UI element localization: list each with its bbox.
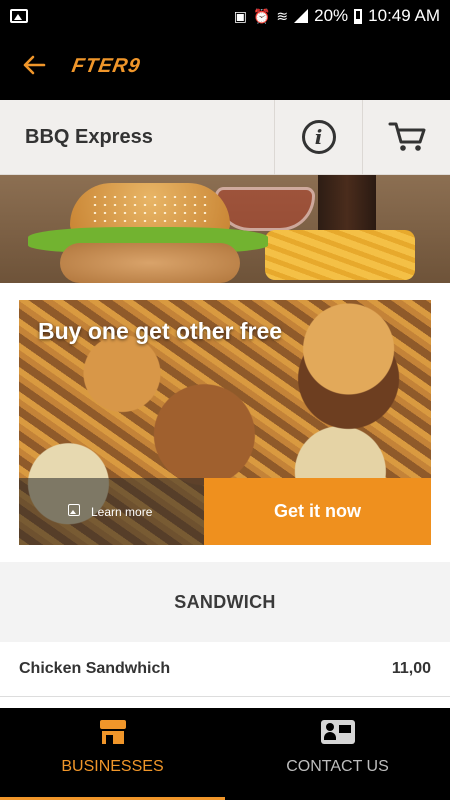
status-bar: ▣ ⏰ ≋ 20% 10:49 AM bbox=[0, 0, 450, 32]
store-header: BBQ Express i bbox=[0, 99, 450, 175]
info-icon: i bbox=[301, 120, 336, 154]
store-name: BBQ Express bbox=[25, 125, 153, 148]
contact-card-icon bbox=[320, 720, 355, 744]
menu-item[interactable]: Chicken Sandwhich 11,00 bbox=[0, 642, 450, 697]
store-banner-image bbox=[0, 175, 450, 283]
vibrate-icon: ▣ bbox=[233, 7, 247, 24]
nav-businesses-label: BUSINESSES bbox=[61, 758, 164, 775]
image-icon bbox=[68, 504, 80, 516]
signal-icon bbox=[294, 9, 309, 23]
gallery-notification-icon bbox=[10, 9, 28, 23]
status-indicators: ▣ ⏰ ≋ 20% 10:49 AM bbox=[234, 6, 440, 26]
arrow-left-icon[interactable] bbox=[22, 52, 52, 80]
wifi-icon: ≋ bbox=[276, 7, 289, 24]
promo-card[interactable]: Buy one get other free Learn more Get it… bbox=[19, 300, 431, 545]
bottom-navigation: BUSINESSES CONTACT US bbox=[0, 708, 450, 800]
store-icon bbox=[99, 720, 126, 744]
nav-contact-us-label: CONTACT US bbox=[286, 758, 389, 775]
learn-more-label: Learn more bbox=[91, 504, 153, 519]
get-it-now-button[interactable]: Get it now bbox=[204, 478, 431, 545]
alarm-icon: ⏰ bbox=[252, 7, 271, 24]
sauce-bowl bbox=[215, 187, 315, 231]
menu-item-name: Chicken Sandwhich bbox=[19, 660, 171, 677]
battery-icon bbox=[354, 8, 363, 24]
nav-businesses[interactable]: BUSINESSES bbox=[0, 708, 225, 800]
fries bbox=[265, 230, 415, 280]
menu-item-price: 11,00 bbox=[391, 660, 431, 677]
cart-button[interactable] bbox=[362, 99, 450, 175]
chicken-patty bbox=[60, 243, 240, 283]
cart-icon bbox=[388, 122, 425, 151]
list-spacer bbox=[0, 697, 450, 708]
menu-section-title: SANDWICH bbox=[0, 562, 450, 642]
battery-percent: 20% bbox=[314, 6, 349, 25]
info-button[interactable]: i bbox=[274, 99, 362, 175]
promo-title: Buy one get other free bbox=[38, 318, 283, 344]
nav-contact-us[interactable]: CONTACT US bbox=[225, 708, 450, 800]
app-bar: FTER9 bbox=[0, 32, 450, 100]
app-logo: FTER9 bbox=[70, 54, 143, 77]
learn-more-button[interactable]: Learn more bbox=[19, 478, 204, 545]
clock: 10:49 AM bbox=[368, 6, 440, 25]
